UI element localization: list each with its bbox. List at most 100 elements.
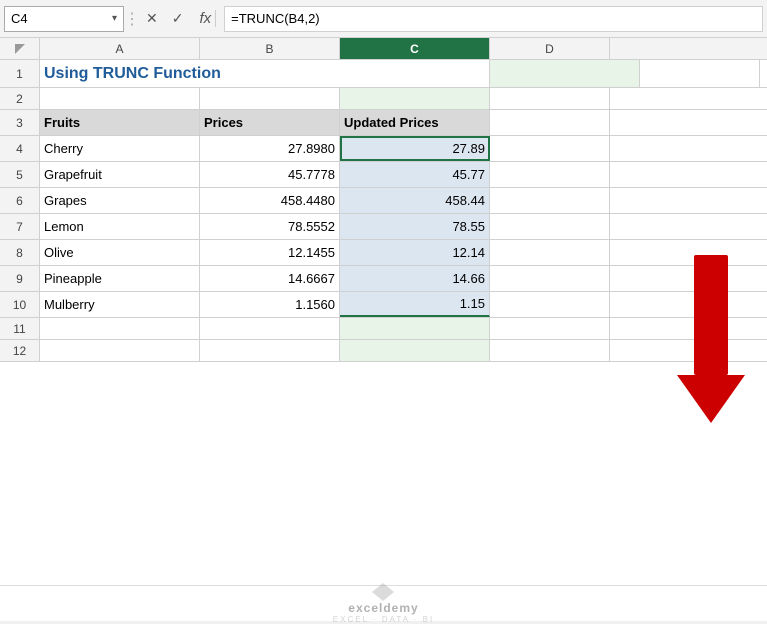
table-row: 10 Mulberry 1.1560 1.15 bbox=[0, 292, 767, 318]
row-num-9: 9 bbox=[0, 266, 40, 291]
cell-A12[interactable] bbox=[40, 340, 200, 361]
spreadsheet-container: A B C D 1 Using TRUNC Function 2 bbox=[0, 38, 767, 585]
cell-B11[interactable] bbox=[200, 318, 340, 339]
cell-A10[interactable]: Mulberry bbox=[40, 292, 200, 317]
col-header-A[interactable]: A bbox=[40, 38, 200, 59]
cell-B2[interactable] bbox=[200, 88, 340, 109]
cell-A5[interactable]: Grapefruit bbox=[40, 162, 200, 187]
formula-icons: ✕ ✓ bbox=[138, 8, 191, 29]
cell-C2[interactable] bbox=[340, 88, 490, 109]
arrow-head bbox=[677, 375, 745, 423]
cell-B12[interactable] bbox=[200, 340, 340, 361]
logo-name: exceldemy bbox=[348, 601, 418, 615]
fx-label: fx bbox=[195, 10, 216, 27]
cell-C3[interactable]: Updated Prices bbox=[340, 110, 490, 135]
cell-B5[interactable]: 45.7778 bbox=[200, 162, 340, 187]
cell-C9[interactable]: 14.66 bbox=[340, 266, 490, 291]
cell-D12[interactable] bbox=[490, 340, 610, 361]
table-row: 3 Fruits Prices Updated Prices bbox=[0, 110, 767, 136]
spreadsheet-body: 1 Using TRUNC Function 2 3 Fruits bbox=[0, 60, 767, 585]
formula-input[interactable] bbox=[224, 6, 763, 32]
cell-B3[interactable]: Prices bbox=[200, 110, 340, 135]
cell-B4[interactable]: 27.8980 bbox=[200, 136, 340, 161]
logo-tagline: EXCEL · DATA · BI bbox=[333, 615, 434, 624]
table-row: 4 Cherry 27.8980 27.89 bbox=[0, 136, 767, 162]
table-row: 9 Pineapple 14.6667 14.66 bbox=[0, 266, 767, 292]
cell-D9[interactable] bbox=[490, 266, 610, 291]
dots-icon: ⋮ bbox=[124, 9, 138, 29]
cell-B10[interactable]: 1.1560 bbox=[200, 292, 340, 317]
table-row: 5 Grapefruit 45.7778 45.77 bbox=[0, 162, 767, 188]
cell-D11[interactable] bbox=[490, 318, 610, 339]
name-box-arrow[interactable]: ▾ bbox=[112, 13, 117, 24]
name-box[interactable]: C4 ▾ bbox=[4, 6, 124, 32]
cell-A8[interactable]: Olive bbox=[40, 240, 200, 265]
col-header-B[interactable]: B bbox=[200, 38, 340, 59]
main-grid: 1 Using TRUNC Function 2 3 Fruits bbox=[0, 60, 767, 585]
down-arrow-indicator bbox=[677, 255, 745, 423]
col-headers: A B C D bbox=[0, 38, 767, 60]
cell-C10[interactable]: 1.15 bbox=[340, 292, 490, 317]
name-box-value: C4 bbox=[11, 11, 28, 26]
exceldemy-logo: exceldemy EXCEL · DATA · BI bbox=[333, 583, 434, 624]
confirm-icon[interactable]: ✓ bbox=[168, 8, 188, 29]
cell-D6[interactable] bbox=[490, 188, 610, 213]
cell-D1[interactable] bbox=[640, 60, 760, 87]
cell-B8[interactable]: 12.1455 bbox=[200, 240, 340, 265]
row-num-5: 5 bbox=[0, 162, 40, 187]
cell-A3[interactable]: Fruits bbox=[40, 110, 200, 135]
arrow-shaft bbox=[694, 255, 728, 375]
table-row: 12 bbox=[0, 340, 767, 362]
row-num-header bbox=[0, 38, 40, 59]
cell-D10[interactable] bbox=[490, 292, 610, 317]
table-row: 6 Grapes 458.4480 458.44 bbox=[0, 188, 767, 214]
cell-D8[interactable] bbox=[490, 240, 610, 265]
row-num-3: 3 bbox=[0, 110, 40, 135]
row-num-7: 7 bbox=[0, 214, 40, 239]
cell-B6[interactable]: 458.4480 bbox=[200, 188, 340, 213]
cell-D5[interactable] bbox=[490, 162, 610, 187]
formula-bar: C4 ▾ ⋮ ✕ ✓ fx bbox=[0, 0, 767, 38]
cell-D4[interactable] bbox=[490, 136, 610, 161]
cell-B9[interactable]: 14.6667 bbox=[200, 266, 340, 291]
cell-C7[interactable]: 78.55 bbox=[340, 214, 490, 239]
col-header-C[interactable]: C bbox=[340, 38, 490, 59]
cell-C6[interactable]: 458.44 bbox=[340, 188, 490, 213]
cell-A1[interactable]: Using TRUNC Function bbox=[40, 60, 490, 87]
cell-A2[interactable] bbox=[40, 88, 200, 109]
table-row: 11 bbox=[0, 318, 767, 340]
row-num-12: 12 bbox=[0, 340, 40, 361]
table-row: 1 Using TRUNC Function bbox=[0, 60, 767, 88]
col-header-D[interactable]: D bbox=[490, 38, 610, 59]
cell-D7[interactable] bbox=[490, 214, 610, 239]
cell-A4[interactable]: Cherry bbox=[40, 136, 200, 161]
table-row: 8 Olive 12.1455 12.14 bbox=[0, 240, 767, 266]
cell-C1[interactable] bbox=[490, 60, 640, 87]
formula-divider: ⋮ bbox=[128, 6, 134, 32]
row-num-4: 4 bbox=[0, 136, 40, 161]
row-num-8: 8 bbox=[0, 240, 40, 265]
row-num-6: 6 bbox=[0, 188, 40, 213]
row-num-11: 11 bbox=[0, 318, 40, 339]
excel-window: C4 ▾ ⋮ ✕ ✓ fx A B C D bbox=[0, 0, 767, 621]
cell-C12[interactable] bbox=[340, 340, 490, 361]
table-row: 7 Lemon 78.5552 78.55 bbox=[0, 214, 767, 240]
cell-A7[interactable]: Lemon bbox=[40, 214, 200, 239]
cell-C11[interactable] bbox=[340, 318, 490, 339]
cell-A6[interactable]: Grapes bbox=[40, 188, 200, 213]
exceldemy-logo-icon bbox=[372, 583, 394, 601]
cell-C4[interactable]: 27.89 bbox=[340, 136, 490, 161]
cell-A9[interactable]: Pineapple bbox=[40, 266, 200, 291]
row-num-10: 10 bbox=[0, 292, 40, 317]
bottom-bar: exceldemy EXCEL · DATA · BI bbox=[0, 585, 767, 621]
cell-C5[interactable]: 45.77 bbox=[340, 162, 490, 187]
cell-A11[interactable] bbox=[40, 318, 200, 339]
cancel-icon[interactable]: ✕ bbox=[142, 8, 162, 29]
cell-D2[interactable] bbox=[490, 88, 610, 109]
cell-D3[interactable] bbox=[490, 110, 610, 135]
cell-C8[interactable]: 12.14 bbox=[340, 240, 490, 265]
table-row: 2 bbox=[0, 88, 767, 110]
row-num-1: 1 bbox=[0, 60, 40, 87]
cell-B7[interactable]: 78.5552 bbox=[200, 214, 340, 239]
row-num-2: 2 bbox=[0, 88, 40, 109]
